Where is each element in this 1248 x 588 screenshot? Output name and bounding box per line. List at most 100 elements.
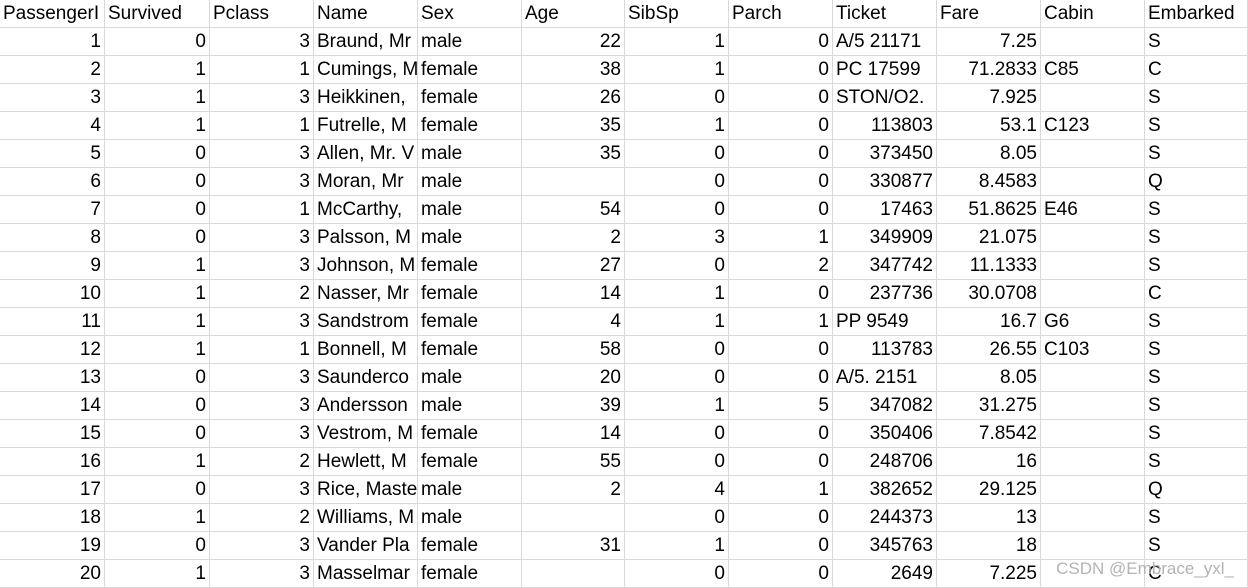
cell-ticket[interactable]: 347742 bbox=[833, 252, 937, 280]
cell-survived[interactable]: 1 bbox=[105, 560, 210, 588]
cell-pclass[interactable]: 3 bbox=[210, 532, 314, 560]
cell-cabin[interactable] bbox=[1041, 280, 1145, 308]
cell-sex[interactable]: female bbox=[418, 112, 522, 140]
cell-cabin[interactable] bbox=[1041, 364, 1145, 392]
cell-passengerid[interactable]: 12 bbox=[0, 336, 105, 364]
cell-cabin[interactable]: G6 bbox=[1041, 308, 1145, 336]
cell-survived[interactable]: 1 bbox=[105, 252, 210, 280]
cell-embarked[interactable]: S bbox=[1145, 308, 1248, 336]
cell-ticket[interactable]: 347082 bbox=[833, 392, 937, 420]
cell-sex[interactable]: male bbox=[418, 196, 522, 224]
cell-age[interactable]: 35 bbox=[522, 112, 625, 140]
cell-cabin[interactable] bbox=[1041, 224, 1145, 252]
cell-sibsp[interactable]: 1 bbox=[625, 392, 729, 420]
cell-sibsp[interactable]: 1 bbox=[625, 532, 729, 560]
cell-embarked[interactable]: S bbox=[1145, 112, 1248, 140]
cell-age[interactable]: 26 bbox=[522, 84, 625, 112]
cell-sex[interactable]: male bbox=[418, 392, 522, 420]
cell-name[interactable]: Palsson, M bbox=[314, 224, 418, 252]
cell-survived[interactable]: 0 bbox=[105, 392, 210, 420]
cell-passengerid[interactable]: 8 bbox=[0, 224, 105, 252]
cell-sex[interactable]: female bbox=[418, 336, 522, 364]
cell-age[interactable]: 55 bbox=[522, 448, 625, 476]
cell-parch[interactable]: 0 bbox=[729, 504, 833, 532]
cell-embarked[interactable]: Q bbox=[1145, 476, 1248, 504]
cell-cabin[interactable] bbox=[1041, 532, 1145, 560]
cell-sibsp[interactable]: 1 bbox=[625, 112, 729, 140]
cell-cabin[interactable] bbox=[1041, 168, 1145, 196]
cell-sibsp[interactable]: 0 bbox=[625, 448, 729, 476]
cell-sex[interactable]: female bbox=[418, 252, 522, 280]
cell-survived[interactable]: 1 bbox=[105, 336, 210, 364]
cell-survived[interactable]: 0 bbox=[105, 476, 210, 504]
cell-pclass[interactable]: 2 bbox=[210, 448, 314, 476]
cell-pclass[interactable]: 2 bbox=[210, 280, 314, 308]
cell-fare[interactable]: 7.925 bbox=[937, 84, 1041, 112]
cell-pclass[interactable]: 3 bbox=[210, 224, 314, 252]
cell-sibsp[interactable]: 0 bbox=[625, 420, 729, 448]
cell-embarked[interactable]: S bbox=[1145, 196, 1248, 224]
cell-sibsp[interactable]: 1 bbox=[625, 308, 729, 336]
cell-passengerid[interactable]: 15 bbox=[0, 420, 105, 448]
cell-fare[interactable]: 8.05 bbox=[937, 364, 1041, 392]
cell-embarked[interactable]: S bbox=[1145, 420, 1248, 448]
cell-cabin[interactable] bbox=[1041, 140, 1145, 168]
cell-fare[interactable]: 51.8625 bbox=[937, 196, 1041, 224]
cell-survived[interactable]: 0 bbox=[105, 168, 210, 196]
cell-ticket[interactable]: 113783 bbox=[833, 336, 937, 364]
cell-parch[interactable]: 0 bbox=[729, 448, 833, 476]
cell-pclass[interactable]: 3 bbox=[210, 392, 314, 420]
cell-name[interactable]: Hewlett, M bbox=[314, 448, 418, 476]
cell-parch[interactable]: 1 bbox=[729, 308, 833, 336]
cell-embarked[interactable]: S bbox=[1145, 448, 1248, 476]
cell-sibsp[interactable]: 0 bbox=[625, 336, 729, 364]
cell-pclass[interactable]: 3 bbox=[210, 28, 314, 56]
cell-parch[interactable]: 0 bbox=[729, 560, 833, 588]
cell-embarked[interactable]: S bbox=[1145, 336, 1248, 364]
cell-name[interactable]: Williams, M bbox=[314, 504, 418, 532]
cell-sibsp[interactable]: 0 bbox=[625, 84, 729, 112]
cell-cabin[interactable]: E46 bbox=[1041, 196, 1145, 224]
cell-sex[interactable]: male bbox=[418, 140, 522, 168]
cell-sibsp[interactable]: 1 bbox=[625, 28, 729, 56]
cell-passengerid[interactable]: 14 bbox=[0, 392, 105, 420]
cell-passengerid[interactable]: 1 bbox=[0, 28, 105, 56]
cell-age[interactable] bbox=[522, 168, 625, 196]
cell-pclass[interactable]: 1 bbox=[210, 112, 314, 140]
cell-embarked[interactable]: C bbox=[1145, 280, 1248, 308]
cell-passengerid[interactable]: 2 bbox=[0, 56, 105, 84]
cell-fare[interactable]: 8.05 bbox=[937, 140, 1041, 168]
cell-survived[interactable]: 1 bbox=[105, 84, 210, 112]
cell-name[interactable]: Heikkinen, bbox=[314, 84, 418, 112]
cell-pclass[interactable]: 3 bbox=[210, 476, 314, 504]
cell-pclass[interactable]: 3 bbox=[210, 84, 314, 112]
cell-parch[interactable]: 0 bbox=[729, 532, 833, 560]
cell-sex[interactable]: male bbox=[418, 28, 522, 56]
cell-sex[interactable]: male bbox=[418, 476, 522, 504]
cell-parch[interactable]: 0 bbox=[729, 140, 833, 168]
cell-passengerid[interactable]: 11 bbox=[0, 308, 105, 336]
cell-pclass[interactable]: 3 bbox=[210, 168, 314, 196]
cell-age[interactable]: 2 bbox=[522, 476, 625, 504]
cell-survived[interactable]: 1 bbox=[105, 448, 210, 476]
cell-ticket[interactable]: STON/O2. bbox=[833, 84, 937, 112]
cell-fare[interactable]: 31.275 bbox=[937, 392, 1041, 420]
cell-cabin[interactable] bbox=[1041, 476, 1145, 504]
cell-embarked[interactable]: Q bbox=[1145, 168, 1248, 196]
cell-pclass[interactable]: 3 bbox=[210, 364, 314, 392]
cell-parch[interactable]: 0 bbox=[729, 56, 833, 84]
cell-cabin[interactable] bbox=[1041, 28, 1145, 56]
cell-embarked[interactable]: S bbox=[1145, 532, 1248, 560]
cell-survived[interactable]: 0 bbox=[105, 364, 210, 392]
cell-name[interactable]: Rice, Maste bbox=[314, 476, 418, 504]
cell-fare[interactable]: 29.125 bbox=[937, 476, 1041, 504]
column-header-age[interactable]: Age bbox=[522, 0, 625, 28]
cell-passengerid[interactable]: 19 bbox=[0, 532, 105, 560]
cell-age[interactable] bbox=[522, 504, 625, 532]
column-header-survived[interactable]: Survived bbox=[105, 0, 210, 28]
cell-ticket[interactable]: 330877 bbox=[833, 168, 937, 196]
cell-parch[interactable]: 0 bbox=[729, 420, 833, 448]
cell-sex[interactable]: male bbox=[418, 224, 522, 252]
cell-passengerid[interactable]: 18 bbox=[0, 504, 105, 532]
cell-passengerid[interactable]: 3 bbox=[0, 84, 105, 112]
